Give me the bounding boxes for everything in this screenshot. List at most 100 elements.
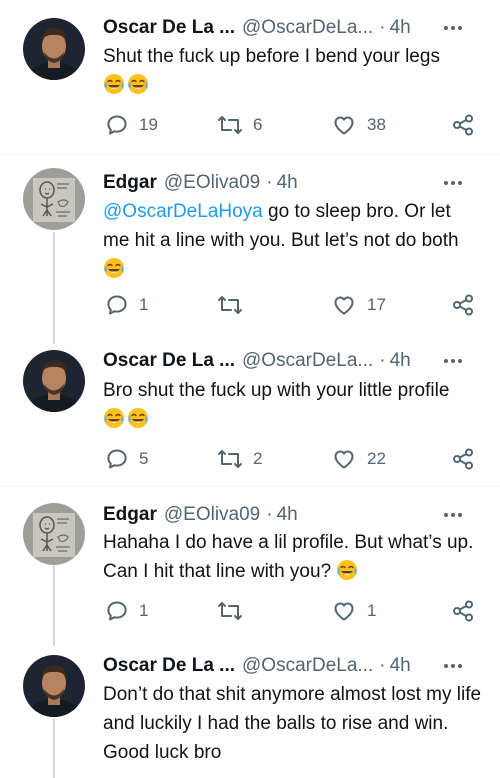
user-handle[interactable]: @EOliva09 bbox=[164, 172, 260, 194]
more-icon[interactable] bbox=[444, 347, 462, 375]
timestamp[interactable]: 4h bbox=[277, 504, 298, 526]
like-count: 38 bbox=[367, 115, 386, 134]
timestamp[interactable]: 4h bbox=[390, 350, 411, 372]
tweet-header: Edgar @EOliva09 · 4h bbox=[103, 501, 486, 529]
tweet-text: Bro shut the fuck up with your little pr… bbox=[103, 376, 482, 434]
action-bar: 19 6 38 bbox=[103, 111, 483, 139]
tweet[interactable]: Oscar De La ... @OscarDeLa... · 4h Don’t… bbox=[0, 638, 500, 778]
display-name[interactable]: Edgar bbox=[103, 172, 157, 194]
separator-dot: · bbox=[379, 655, 386, 676]
retweet-button[interactable] bbox=[217, 597, 253, 625]
reply-button[interactable]: 1 bbox=[105, 597, 148, 625]
reply-button[interactable]: 1 bbox=[105, 291, 148, 319]
heart-icon bbox=[331, 113, 357, 137]
retweet-button[interactable]: 2 bbox=[217, 445, 262, 473]
reply-count: 1 bbox=[139, 295, 149, 314]
like-button[interactable]: 38 bbox=[331, 111, 386, 139]
retweet-count: 6 bbox=[253, 115, 263, 134]
reply-icon bbox=[105, 599, 129, 623]
action-bar: 5 2 22 bbox=[103, 445, 483, 473]
user-handle[interactable]: @OscarDeLa... bbox=[242, 655, 373, 677]
retweet-icon bbox=[217, 113, 243, 137]
user-handle[interactable]: @OscarDeLa... bbox=[242, 350, 373, 372]
share-button[interactable] bbox=[451, 445, 475, 473]
tweet[interactable]: Edgar @EOliva09 · 4h @OscarDeLaHoya go t… bbox=[0, 155, 500, 335]
avatar-sketch[interactable] bbox=[23, 503, 85, 565]
user-handle[interactable]: @EOliva09 bbox=[164, 504, 260, 526]
share-button[interactable] bbox=[451, 597, 475, 625]
separator-dot: · bbox=[266, 504, 273, 525]
heart-icon bbox=[331, 293, 357, 317]
mention-link[interactable]: @OscarDeLaHoya bbox=[103, 201, 263, 222]
retweet-icon bbox=[217, 447, 243, 471]
tears-of-joy-emoji bbox=[127, 407, 149, 429]
tears-of-joy-emoji bbox=[336, 559, 358, 581]
retweet-icon bbox=[217, 599, 243, 623]
display-name[interactable]: Oscar De La ... bbox=[103, 655, 235, 677]
display-name[interactable]: Oscar De La ... bbox=[103, 350, 235, 372]
avatar-oscar[interactable] bbox=[23, 350, 85, 412]
tweet-text: Hahaha I do have a lil profile. But what… bbox=[103, 528, 482, 586]
tweet-header: Edgar @EOliva09 · 4h bbox=[103, 169, 486, 197]
separator-dot: · bbox=[379, 350, 386, 371]
conversation-thread: Oscar De La ... @OscarDeLa... · 4h Shut … bbox=[0, 0, 500, 778]
share-icon bbox=[451, 113, 475, 137]
tweet-text: Shut the fuck up before I bend your legs bbox=[103, 42, 482, 100]
reply-icon bbox=[105, 293, 129, 317]
action-bar: 1 1 bbox=[103, 597, 483, 625]
share-icon bbox=[451, 447, 475, 471]
like-button[interactable]: 22 bbox=[331, 445, 386, 473]
user-handle[interactable]: @OscarDeLa... bbox=[242, 17, 373, 39]
more-icon[interactable] bbox=[444, 169, 462, 197]
tears-of-joy-emoji bbox=[127, 73, 149, 95]
separator-dot: · bbox=[379, 17, 386, 38]
tears-of-joy-emoji bbox=[103, 407, 125, 429]
more-icon[interactable] bbox=[444, 652, 462, 680]
reply-icon bbox=[105, 447, 129, 471]
share-button[interactable] bbox=[451, 111, 475, 139]
more-icon[interactable] bbox=[444, 14, 462, 42]
tweet-text-segment: Hahaha I do have a lil profile. But what… bbox=[103, 532, 474, 582]
retweet-button[interactable] bbox=[217, 291, 253, 319]
avatar-oscar[interactable] bbox=[23, 655, 85, 717]
tweet-text: Don’t do that shit anymore almost lost m… bbox=[103, 680, 482, 767]
separator-dot: · bbox=[266, 172, 273, 193]
retweet-count: 2 bbox=[253, 449, 263, 468]
share-icon bbox=[451, 293, 475, 317]
tweet-header: Oscar De La ... @OscarDeLa... · 4h bbox=[103, 14, 486, 42]
display-name[interactable]: Oscar De La ... bbox=[103, 17, 235, 39]
tweet-text-segment: Shut the fuck up before I bend your legs bbox=[103, 46, 440, 67]
like-button[interactable]: 17 bbox=[331, 291, 386, 319]
action-bar: 1 17 bbox=[103, 291, 483, 319]
tweet[interactable]: Oscar De La ... @OscarDeLa... · 4h Bro s… bbox=[0, 335, 500, 485]
tweet-text: @OscarDeLaHoya go to sleep bro. Or let m… bbox=[103, 197, 482, 284]
more-icon[interactable] bbox=[444, 501, 462, 529]
tweet[interactable]: Oscar De La ... @OscarDeLa... · 4h Shut … bbox=[0, 0, 500, 154]
heart-icon bbox=[331, 447, 357, 471]
tears-of-joy-emoji bbox=[103, 257, 125, 279]
retweet-icon bbox=[217, 293, 243, 317]
avatar-oscar[interactable] bbox=[23, 18, 85, 80]
tweet-text-segment: Bro shut the fuck up with your little pr… bbox=[103, 380, 450, 401]
timestamp[interactable]: 4h bbox=[277, 172, 298, 194]
tears-of-joy-emoji bbox=[103, 73, 125, 95]
like-button[interactable]: 1 bbox=[331, 597, 376, 625]
reply-button[interactable]: 19 bbox=[105, 111, 158, 139]
heart-icon bbox=[331, 599, 357, 623]
tweet-text-segment: Don’t do that shit anymore almost lost m… bbox=[103, 684, 482, 763]
like-count: 17 bbox=[367, 295, 386, 314]
share-icon bbox=[451, 599, 475, 623]
timestamp[interactable]: 4h bbox=[390, 655, 411, 677]
avatar-sketch[interactable] bbox=[23, 168, 85, 230]
reply-button[interactable]: 5 bbox=[105, 445, 148, 473]
display-name[interactable]: Edgar bbox=[103, 504, 157, 526]
tweet[interactable]: Edgar @EOliva09 · 4h Hahaha I do have a … bbox=[0, 487, 500, 637]
timestamp[interactable]: 4h bbox=[390, 17, 411, 39]
reply-icon bbox=[105, 113, 129, 137]
reply-count: 1 bbox=[139, 601, 149, 620]
share-button[interactable] bbox=[451, 291, 475, 319]
retweet-button[interactable]: 6 bbox=[217, 111, 262, 139]
tweet-header: Oscar De La ... @OscarDeLa... · 4h bbox=[103, 652, 486, 680]
reply-count: 5 bbox=[139, 449, 149, 468]
tweet-header: Oscar De La ... @OscarDeLa... · 4h bbox=[103, 347, 486, 375]
